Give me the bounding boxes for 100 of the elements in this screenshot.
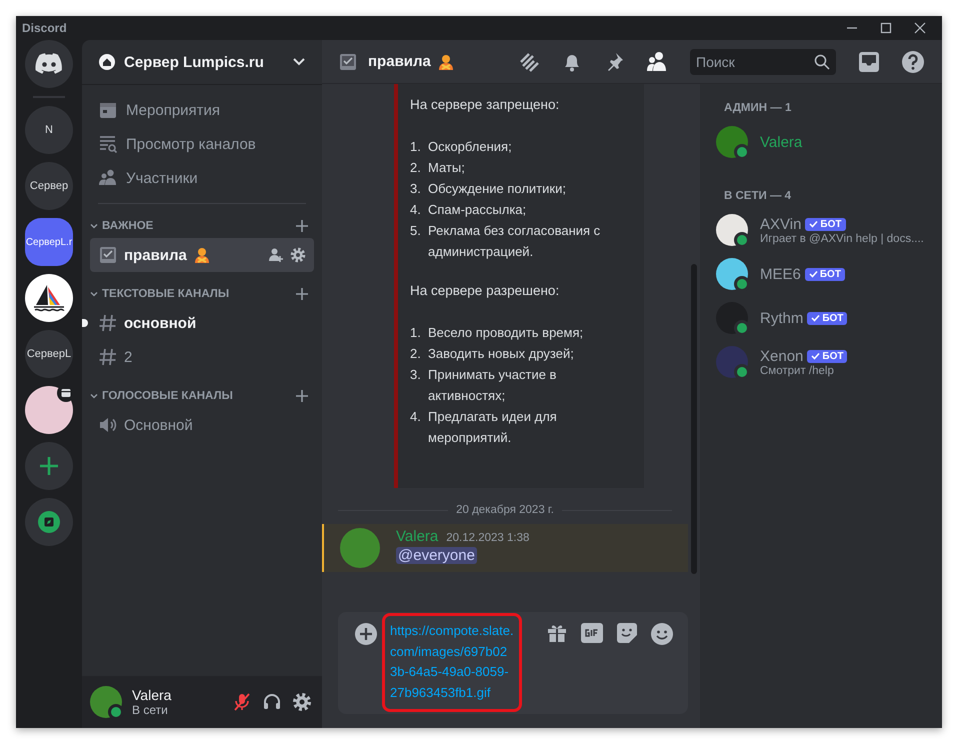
add-member-icon[interactable] [268,247,284,263]
server-image-placeholder[interactable] [25,386,73,434]
list-item-text: Маты; [428,159,465,177]
chevron-down-icon [292,57,306,67]
member-name: MEE6 [760,266,801,282]
member-item[interactable]: Xenon БОТ Смотрит /help [708,340,934,384]
member-group-title: АДМИН — 1 [723,101,792,116]
chevron-icon[interactable] [90,392,98,400]
gif-icon[interactable] [580,622,604,644]
list-number: 3. [410,366,422,384]
headphones-icon[interactable] [262,692,282,712]
channel-item[interactable]: основной [90,306,314,340]
scrollbar[interactable] [691,264,697,574]
explore-button[interactable] [25,498,73,546]
channel-title: правила [368,53,431,70]
avatar [716,302,748,334]
check-icon [811,352,820,360]
badge-label: БОТ [822,312,844,324]
calendar-icon [98,100,118,120]
emoji-icon[interactable] [650,622,674,646]
avatar [716,214,748,246]
list-number: 4. [410,408,422,426]
people-icon [98,168,118,188]
nav-item[interactable]: Участники [90,161,314,195]
member-group-title: В СЕТИ — 4 [723,189,792,204]
server-button[interactable]: N [25,106,73,154]
list-item-text: Предлагать идеи для мероприятий. [428,408,558,447]
settings-icon[interactable] [292,692,312,712]
avatar[interactable] [90,686,122,718]
avatar [716,126,748,158]
server-button[interactable]: СерверL [25,330,73,378]
channel-item[interactable]: 2 [90,340,314,374]
plus-icon[interactable] [296,220,308,232]
category-label[interactable]: ТЕКСТОВЫЕ КАНАЛЫ [102,288,292,300]
member-name: Rythm [760,310,804,326]
list-number: 3. [410,180,422,198]
list-item-text: Реклама без согласования с администрацией. [428,222,602,261]
list-item-text: Оскорбления; [428,138,512,156]
plus-icon[interactable] [296,390,308,402]
home-icon [98,53,116,71]
list-item-text: Заводить новых друзей; [428,345,574,363]
message-input[interactable]: https://compote.slate.com/images/697b023b-64a5-49a0-8059-27b963453fb1.gif [390,621,514,703]
sticker-icon[interactable] [616,622,638,644]
avatar [716,258,748,290]
help-icon[interactable] [901,50,925,74]
member-item[interactable]: AXVin БОТ Играет в @AXVin help | docs.... [708,208,934,252]
member-item[interactable]: Valera [708,120,934,164]
server-button[interactable]: Сервер [25,162,73,210]
server-header[interactable]: Сервер Lumpics.ru [82,40,322,85]
home-button[interactable] [25,40,73,88]
mention-tag[interactable]: @everyone [396,547,477,564]
server-button[interactable] [25,274,73,322]
list-number: 1. [410,324,422,342]
microphone-icon[interactable] [232,692,252,712]
rules-channel-icon [98,245,118,265]
plus-icon[interactable] [354,622,378,646]
timestamp: 20.12.2023 1:38 [446,532,530,544]
maximize-icon[interactable] [880,22,892,34]
member-item[interactable]: MEE6 БОТ [708,252,934,296]
settings-icon[interactable] [290,247,306,263]
logo-icon [35,53,63,75]
people-icon[interactable] [645,50,669,74]
add-server-button[interactable] [25,442,73,490]
plus-icon [39,456,59,476]
member-item[interactable]: Rythm БОТ [708,296,934,340]
plus-icon[interactable] [296,288,308,300]
inbox-icon[interactable] [857,50,881,74]
emoji-icon [436,52,455,70]
check-icon [809,220,818,228]
check-icon [808,270,818,278]
list-number: 2. [410,345,422,363]
user-status: В сети [132,703,169,717]
list-search-icon [98,134,118,154]
category-label[interactable]: ГОЛОСОВЫЕ КАНАЛЫ [102,390,292,402]
channel-item[interactable]: Основной [90,408,314,442]
avatar[interactable] [340,528,380,568]
badge-label: БОТ [822,350,844,362]
chevron-icon[interactable] [90,290,98,298]
badge-label: БОТ [820,218,842,230]
search-icon [814,54,830,70]
emoji-icon [192,246,211,264]
window-title: Discord [22,21,67,35]
category-label[interactable]: ВАЖНОЕ [102,220,292,232]
channel-item[interactable]: правила [90,238,314,272]
member-name: Valera [760,134,802,150]
list-item-text: Принимать участие в активностях; [428,366,558,405]
list-item-text: Весело проводить время; [428,324,584,342]
close-icon[interactable] [914,22,926,34]
hash-icon [98,313,118,333]
chevron-icon[interactable] [90,222,98,230]
author-name[interactable]: Valera [396,528,438,545]
list-item-text: Спам-рассылка; [428,201,526,219]
speaker-icon [98,415,118,435]
nav-item[interactable]: Мероприятия [90,93,314,127]
badge-label: БОТ [820,268,841,280]
rules-heading: На сервере запрещено: [410,96,560,114]
server-button[interactable]: СерверL.r [25,218,73,266]
hash-icon [98,347,118,367]
search-field[interactable]: Поиск [690,48,836,74]
nav-item[interactable]: Просмотр каналов [90,127,314,161]
